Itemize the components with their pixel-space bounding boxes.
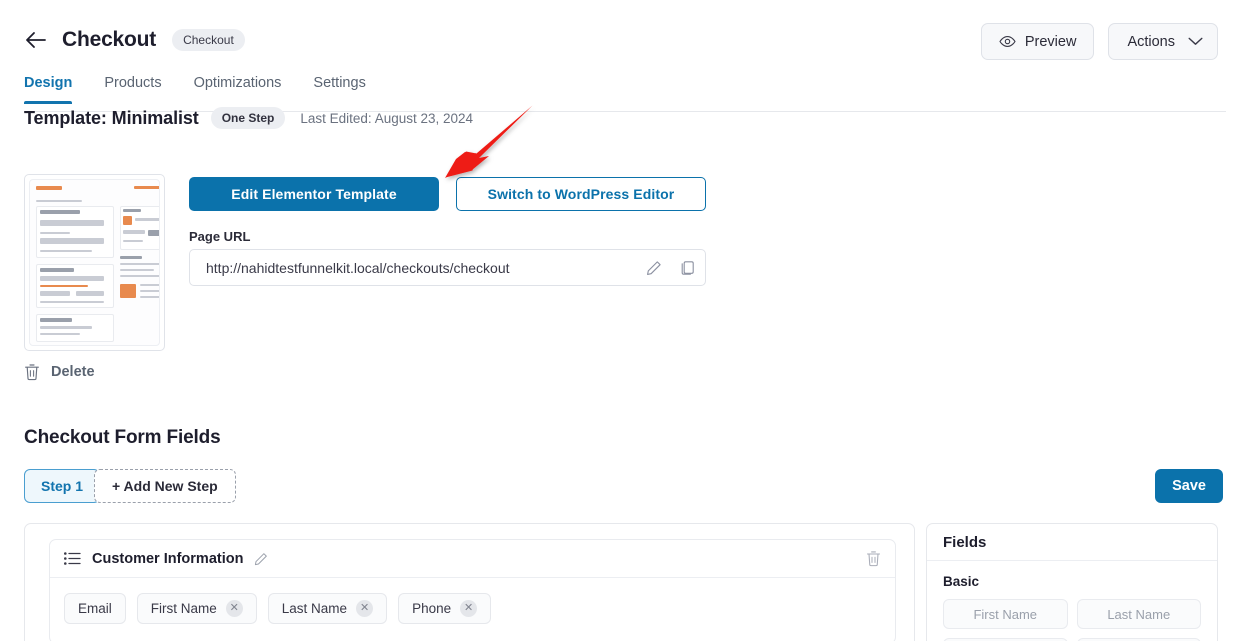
field-chip-phone[interactable]: Phone ✕ bbox=[398, 593, 492, 624]
trash-icon bbox=[24, 363, 40, 381]
eye-icon bbox=[999, 35, 1016, 48]
save-button[interactable]: Save bbox=[1155, 469, 1223, 503]
checkout-form-fields-heading: Checkout Form Fields bbox=[24, 427, 221, 448]
field-chip-label: Phone bbox=[412, 601, 452, 616]
remove-field-icon[interactable]: ✕ bbox=[225, 600, 243, 617]
template-step-badge: One Step bbox=[210, 107, 286, 129]
template-header-row: Template: Minimalist One Step Last Edite… bbox=[24, 107, 473, 129]
switch-to-wordpress-editor-button[interactable]: Switch to WordPress Editor bbox=[456, 177, 706, 211]
field-chip-email[interactable]: Email bbox=[64, 593, 126, 624]
field-chip-label: First Name bbox=[150, 601, 217, 616]
fields-group-basic-label: Basic bbox=[943, 574, 980, 589]
edit-elementor-template-button[interactable]: Edit Elementor Template bbox=[189, 177, 439, 211]
field-chip-label: Last Name bbox=[281, 601, 348, 616]
preview-button-label: Preview bbox=[1024, 33, 1077, 50]
template-thumbnail[interactable] bbox=[24, 174, 165, 351]
delete-section-icon[interactable] bbox=[866, 550, 881, 567]
actions-button[interactable]: Actions bbox=[1108, 23, 1218, 60]
field-chip-label: Email bbox=[78, 601, 112, 616]
available-field-first-name[interactable]: First Name bbox=[943, 599, 1068, 629]
template-title: Template: Minimalist bbox=[24, 107, 199, 128]
page-title: Checkout bbox=[62, 28, 157, 51]
remove-field-icon[interactable]: ✕ bbox=[460, 600, 478, 617]
header-left-group: Checkout Checkout bbox=[24, 27, 245, 53]
form-builder-card: Customer Information Email First Name ✕ … bbox=[24, 523, 915, 641]
delete-template-button[interactable]: Delete bbox=[24, 363, 95, 381]
list-drag-icon[interactable] bbox=[64, 552, 81, 565]
actions-button-label: Actions bbox=[1127, 33, 1175, 50]
header-actions-group: Preview Actions bbox=[980, 23, 1218, 60]
copy-icon[interactable] bbox=[671, 250, 705, 286]
field-chip-first-name[interactable]: First Name ✕ bbox=[136, 593, 257, 624]
tab-optimizations[interactable]: Optimizations bbox=[194, 74, 282, 104]
form-section-header: Customer Information bbox=[50, 540, 895, 578]
remove-field-icon[interactable]: ✕ bbox=[356, 600, 374, 617]
field-chip-last-name[interactable]: Last Name ✕ bbox=[267, 593, 388, 624]
fields-panel-body: Basic First Name Last Name Company Name … bbox=[927, 561, 1217, 641]
preview-button[interactable]: Preview bbox=[980, 23, 1095, 60]
step-tab-1[interactable]: Step 1 bbox=[24, 469, 101, 503]
form-field-chip-list: Email First Name ✕ Last Name ✕ Phone ✕ bbox=[50, 578, 895, 639]
template-thumbnail-preview bbox=[29, 179, 160, 346]
available-field-last-name[interactable]: Last Name bbox=[1076, 599, 1201, 629]
page-url-label: Page URL bbox=[189, 229, 251, 244]
fields-grid: First Name Last Name Company Name Countr… bbox=[943, 599, 1201, 641]
tab-settings[interactable]: Settings bbox=[313, 74, 365, 104]
checkout-editor-page: Checkout Checkout Preview Actions Design… bbox=[0, 0, 1242, 641]
fields-side-panel: Fields Basic First Name Last Name Compan… bbox=[926, 523, 1218, 641]
add-new-step-button[interactable]: + Add New Step bbox=[94, 469, 236, 503]
back-arrow-icon[interactable] bbox=[24, 28, 48, 52]
form-section-customer-information: Customer Information Email First Name ✕ … bbox=[49, 539, 896, 641]
page-header: Checkout Checkout Preview Actions bbox=[0, 0, 1242, 72]
chevron-down-icon bbox=[1188, 37, 1203, 46]
template-last-edited: Last Edited: August 23, 2024 bbox=[300, 110, 474, 126]
fields-panel-title: Fields bbox=[927, 524, 1217, 561]
page-url-value: http://nahidtestfunnelkit.local/checkout… bbox=[206, 259, 510, 276]
page-url-field[interactable]: http://nahidtestfunnelkit.local/checkout… bbox=[189, 249, 706, 286]
form-section-name: Customer Information bbox=[92, 550, 244, 567]
tab-products[interactable]: Products bbox=[104, 74, 161, 104]
tab-design[interactable]: Design bbox=[24, 74, 73, 104]
pencil-icon[interactable] bbox=[637, 250, 671, 286]
page-type-badge: Checkout bbox=[172, 29, 245, 51]
delete-template-label: Delete bbox=[51, 364, 95, 380]
pencil-icon[interactable] bbox=[254, 552, 268, 566]
